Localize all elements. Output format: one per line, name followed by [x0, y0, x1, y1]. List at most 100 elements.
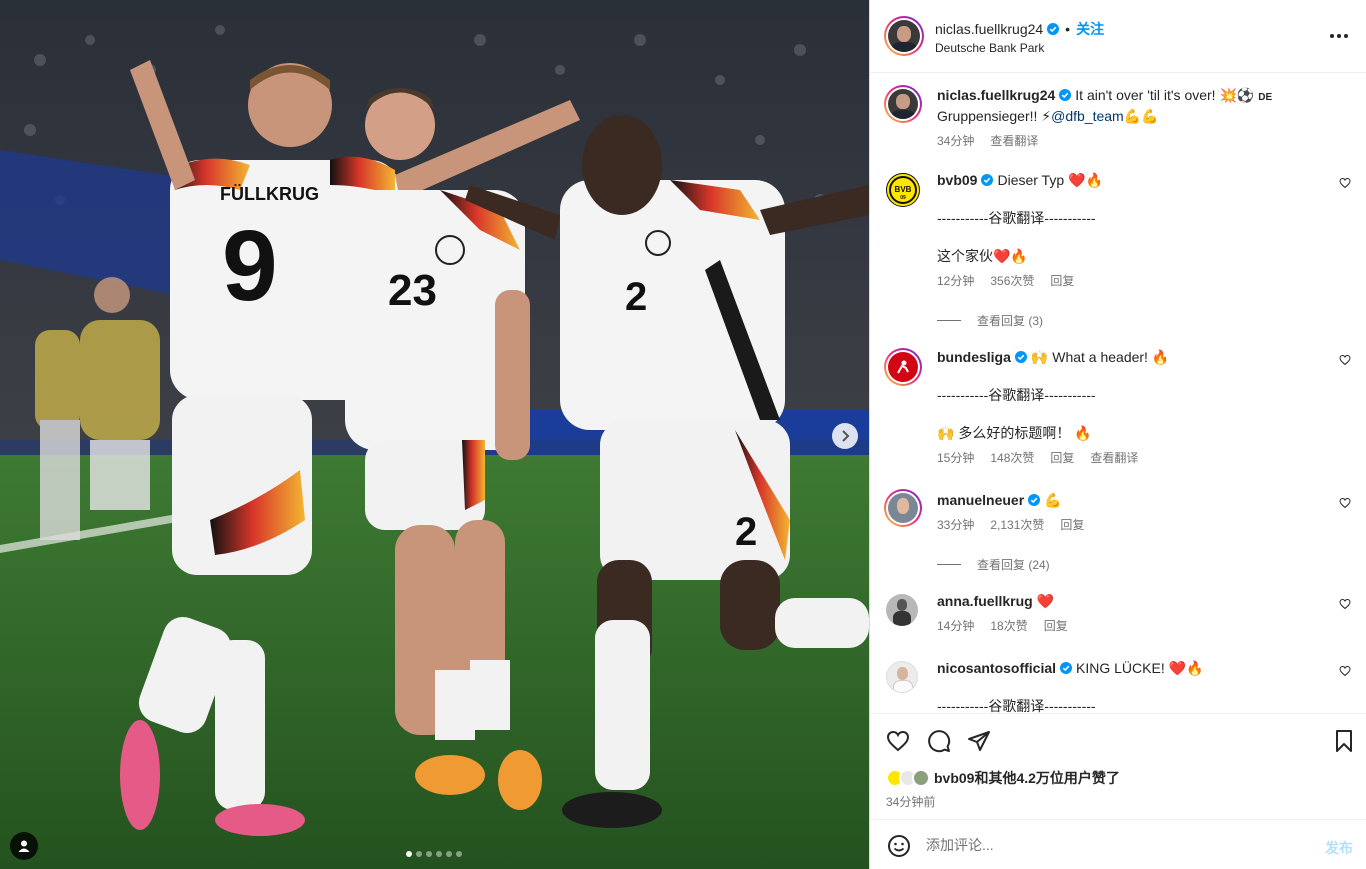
comment-avatar[interactable]: BVB 09	[886, 173, 920, 207]
view-replies-button[interactable]: 查看回复 (3)	[937, 312, 1043, 329]
comment-meta: 15分钟 148次赞 回复 查看翻译	[937, 450, 1351, 466]
verified-badge-icon	[1047, 23, 1060, 35]
reply-button[interactable]: 回复	[1044, 618, 1068, 634]
caption-username[interactable]: niclas.fuellkrug24	[937, 87, 1055, 103]
comment-time: 33分钟	[937, 518, 975, 532]
verified-badge-icon	[1028, 494, 1041, 506]
comment-time: 15分钟	[937, 451, 975, 465]
caption-text-2: Gruppensieger!! ⚡	[937, 108, 1052, 124]
comment-text: 💪	[1044, 492, 1062, 508]
caption: niclas.fuellkrug24 It ain't over 'til it'…	[884, 85, 1351, 149]
comment-input[interactable]	[926, 834, 1306, 856]
comment-text: Dieser Typ ❤️🔥	[997, 172, 1103, 188]
comment-username[interactable]: manuelneuer	[937, 491, 1024, 509]
comment-likes[interactable]: 2,131次赞	[990, 517, 1044, 533]
paper-plane-icon[interactable]	[967, 729, 991, 753]
comment-likes[interactable]: 356次赞	[990, 273, 1034, 289]
author-avatar[interactable]	[884, 16, 924, 56]
comment-item: anna.fuellkrug ❤️ 14分钟 18次赞 回复	[886, 592, 1351, 634]
comments-list[interactable]: niclas.fuellkrug24 It ain't over 'til it'…	[870, 73, 1366, 713]
comment-avatar[interactable]	[886, 661, 918, 693]
comment-avatar[interactable]	[884, 348, 922, 386]
carousel-dot	[446, 851, 452, 857]
comment-avatar[interactable]	[886, 594, 918, 626]
comment-bubble-icon[interactable]	[927, 729, 951, 753]
verified-badge-icon	[1060, 662, 1073, 674]
svg-text:2: 2	[625, 275, 647, 319]
reply-button[interactable]: 回复	[1050, 450, 1074, 466]
comment-body: bvb09 Dieser Typ ❤️🔥 -----------谷歌翻译-----…	[937, 171, 1351, 289]
heart-icon[interactable]	[1339, 598, 1351, 610]
bookmark-icon[interactable]	[1332, 729, 1356, 753]
author-name-line: niclas.fuellkrug24 • 关注	[935, 19, 1104, 39]
liker-avatar	[912, 769, 930, 787]
post-side-panel: niclas.fuellkrug24 • 关注 Deutsche Bank Pa…	[869, 0, 1366, 869]
separator: •	[1065, 21, 1071, 37]
comment-body: manuelneuer 💪 33分钟 2,131次赞 回复	[937, 491, 1351, 533]
svg-text:23: 23	[388, 266, 437, 315]
heart-icon[interactable]	[1339, 177, 1351, 189]
likes-summary[interactable]: bvb09和其他4.2万位用户赞了	[886, 768, 1120, 788]
caption-emoji: 💪💪	[1123, 108, 1159, 124]
follow-button[interactable]: 关注	[1076, 19, 1104, 39]
verified-badge-icon	[981, 174, 994, 186]
celebration-photo: 9 FÜLLKRUG 23 2 2	[0, 0, 869, 869]
heart-icon[interactable]	[1339, 665, 1351, 677]
comment-body: anna.fuellkrug ❤️ 14分钟 18次赞 回复	[937, 592, 1351, 634]
svg-text:2: 2	[735, 510, 757, 554]
comment-username[interactable]: bundesliga	[937, 348, 1011, 366]
comment-username[interactable]: anna.fuellkrug	[937, 592, 1033, 610]
mention-link[interactable]: @dfb_team	[1051, 108, 1124, 124]
view-replies-label: 查看回复 (24)	[977, 558, 1050, 572]
heart-icon[interactable]	[886, 729, 910, 753]
add-comment-bar: 发布	[870, 819, 1366, 869]
comment-avatar[interactable]	[884, 489, 922, 527]
translation-divider: -----------谷歌翻译-----------	[937, 387, 1096, 403]
comment-meta: 14分钟 18次赞 回复	[937, 618, 1351, 634]
comment-item: manuelneuer 💪 33分钟 2,131次赞 回复	[884, 489, 1351, 533]
see-translation-button[interactable]: 查看翻译	[990, 133, 1038, 149]
smiley-icon[interactable]	[887, 834, 911, 858]
post-media[interactable]: 9 FÜLLKRUG 23 2 2	[0, 0, 869, 869]
svg-text:9: 9	[222, 210, 278, 322]
carousel-indicator	[406, 851, 462, 857]
translation-divider: -----------谷歌翻译-----------	[937, 698, 1096, 713]
germany-flag-icon: DE	[1258, 92, 1273, 103]
view-replies-label: 查看回复 (3)	[977, 314, 1044, 328]
post-header: niclas.fuellkrug24 • 关注 Deutsche Bank Pa…	[870, 0, 1366, 73]
view-replies-button[interactable]: 查看回复 (24)	[937, 556, 1050, 573]
post-timestamp: 34分钟前	[886, 795, 936, 809]
translation-divider: -----------谷歌翻译-----------	[937, 210, 1096, 226]
comment-item: bundesliga 🙌 What a header! 🔥 -----------…	[884, 348, 1351, 466]
comment-body: bundesliga 🙌 What a header! 🔥 -----------…	[937, 348, 1351, 466]
carousel-next-button[interactable]	[832, 423, 858, 449]
caption-meta: 34分钟 查看翻译	[937, 133, 1351, 149]
heart-icon[interactable]	[1339, 497, 1351, 509]
comment-time: 12分钟	[937, 274, 975, 288]
svg-text:FÜLLKRUG: FÜLLKRUG	[220, 184, 319, 204]
likes-text: bvb09和其他4.2万位用户赞了	[934, 770, 1120, 786]
comment-meta: 33分钟 2,131次赞 回复	[937, 517, 1351, 533]
see-translation-button[interactable]: 查看翻译	[1090, 450, 1138, 466]
bundesliga-logo-icon	[897, 360, 909, 374]
verified-badge-icon	[1014, 351, 1027, 363]
user-tag-button[interactable]	[10, 832, 38, 860]
heart-icon[interactable]	[1339, 354, 1351, 366]
comment-likes[interactable]: 18次赞	[990, 618, 1027, 634]
comment-likes[interactable]: 148次赞	[990, 450, 1034, 466]
location-link[interactable]: Deutsche Bank Park	[935, 41, 1044, 55]
more-options-button[interactable]	[1330, 28, 1350, 44]
caption-avatar[interactable]	[884, 85, 922, 123]
more-dots-icon	[1330, 34, 1334, 38]
comment-username[interactable]: bvb09	[937, 171, 977, 189]
author-username[interactable]: niclas.fuellkrug24	[935, 21, 1043, 37]
reply-button[interactable]: 回复	[1060, 517, 1084, 533]
reply-button[interactable]: 回复	[1050, 273, 1074, 289]
comment-username[interactable]: nicosantosofficial	[937, 659, 1056, 677]
post-comment-button[interactable]: 发布	[1325, 838, 1353, 858]
comment-text: KING LÜCKE! ❤️🔥	[1076, 660, 1204, 676]
carousel-dot	[436, 851, 442, 857]
svg-text:BVB: BVB	[895, 185, 912, 194]
verified-badge-icon	[1059, 89, 1072, 101]
comment-meta: 12分钟 356次赞 回复	[937, 273, 1351, 289]
